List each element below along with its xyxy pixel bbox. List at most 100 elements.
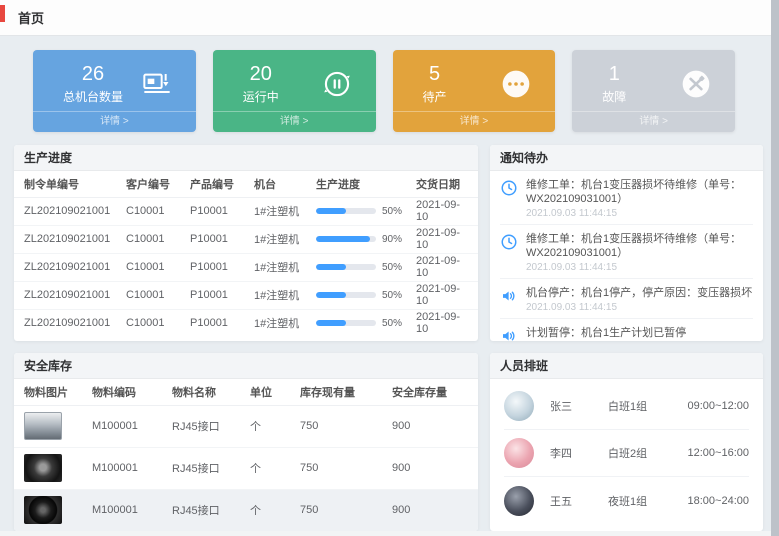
- stat-detail-link[interactable]: 详情 >: [213, 111, 376, 132]
- stat-value: 20: [243, 63, 279, 85]
- panel-header: 人员排班: [490, 353, 763, 379]
- customer-cell: C10001: [120, 281, 184, 309]
- stat-label: 故障: [602, 88, 626, 105]
- column-header: 物料图片: [14, 379, 86, 405]
- material-code-cell: M100001: [86, 405, 166, 447]
- progress-label: 50%: [382, 318, 402, 329]
- waiting-icon: [499, 67, 533, 101]
- stat-detail-link[interactable]: 详情 >: [572, 111, 735, 132]
- progress-bar: [316, 320, 376, 326]
- stat-detail-link[interactable]: 详情 >: [33, 111, 196, 132]
- notification-body: 维修工单：机台1变压器损坏待维修（单号：WX202109031001） 2021…: [526, 178, 753, 219]
- progress-cell: 50%: [310, 281, 410, 309]
- page-title: 首页: [18, 8, 44, 27]
- running-icon: [320, 67, 354, 101]
- clock-icon: [500, 179, 518, 197]
- person-shift: 夜班1组: [608, 493, 682, 509]
- stat-card-total-machines[interactable]: 26 总机台数量 详情 >: [33, 50, 196, 132]
- schedule-list: 张三 白班1组 09:00~12:00 李四 白班2组 12:00~16:00 …: [490, 379, 763, 531]
- rj45-connector-image: [24, 412, 62, 440]
- notification-body: 机台停产：机台1停产，停产原因：变压器损坏 2021.09.03 11:44:1…: [526, 286, 753, 313]
- customer-cell: C10001: [120, 225, 184, 253]
- stat-card-info: 26 总机台数量: [63, 63, 123, 105]
- avatar: [504, 486, 534, 516]
- material-code-cell: M100001: [86, 447, 166, 489]
- notification-item[interactable]: 计划暂停：机台1生产计划已暂停 2021.09.03 11:44:15: [500, 319, 753, 341]
- stat-label: 总机台数量: [63, 88, 123, 105]
- notification-body: 维修工单：机台1变压器损坏待维修（单号：WX202109031001） 2021…: [526, 232, 753, 273]
- progress-label: 90%: [382, 234, 402, 245]
- stat-card-waiting[interactable]: 5 待产 详情 >: [393, 50, 556, 132]
- unit-cell: 个: [244, 447, 294, 489]
- column-header: 机台: [248, 171, 310, 197]
- avatar: [504, 391, 534, 421]
- person-time: 12:00~16:00: [688, 447, 749, 459]
- customer-cell: C10001: [120, 197, 184, 225]
- stat-cards-row: 26 总机台数量 详情 > 20 运行中 详情 >: [33, 50, 735, 132]
- notification-time: 2021.09.03 11:44:15: [526, 262, 753, 273]
- table-row: ZL202109021001 C10001 P10001 1#注塑机 50% 2…: [14, 309, 478, 337]
- stat-label: 待产: [423, 88, 447, 105]
- unit-cell: 个: [244, 489, 294, 531]
- notification-item[interactable]: 维修工单：机台1变压器损坏待维修（单号：WX202109031001） 2021…: [500, 225, 753, 279]
- date-cell: 2021-09-10: [410, 253, 478, 281]
- progress-bar: [316, 236, 376, 242]
- order-cell: ZL202109021001: [14, 309, 120, 337]
- column-header: 产品编号: [184, 171, 248, 197]
- column-header: 客户编号: [120, 171, 184, 197]
- material-name-cell: RJ45接口: [166, 447, 244, 489]
- panel-title: 安全库存: [24, 357, 72, 374]
- stat-card-running[interactable]: 20 运行中 详情 >: [213, 50, 376, 132]
- stat-card-info: 1 故障: [602, 63, 626, 105]
- notification-time: 2021.09.03 11:44:15: [526, 302, 753, 313]
- material-name-cell: RJ45接口: [166, 489, 244, 531]
- notification-text: 计划暂停：机台1生产计划已暂停: [526, 326, 753, 340]
- window-bottom-edge: [0, 531, 779, 536]
- avatar: [504, 438, 534, 468]
- progress-bar: [316, 264, 376, 270]
- table-row: ZL202109021001 C10001 P10001 1#注塑机 50% 2…: [14, 281, 478, 309]
- panel-header: 生产进度: [14, 145, 478, 171]
- stat-detail-link[interactable]: 详情 >: [393, 111, 556, 132]
- order-cell: ZL202109021001: [14, 197, 120, 225]
- personnel-schedule-panel: 人员排班 张三 白班1组 09:00~12:00 李四 白班2组 12:00~1…: [490, 353, 763, 531]
- progress-cell: 50%: [310, 309, 410, 337]
- progress-cell: 50%: [310, 253, 410, 281]
- table-row: ZL202109021001 C10001 P10001 1#注塑机 90% 2…: [14, 225, 478, 253]
- machine-cell: 1#注塑机: [248, 197, 310, 225]
- fault-tools-icon: [679, 67, 713, 101]
- person-time: 18:00~24:00: [688, 495, 749, 507]
- table-header-row: 物料图片 物料编码 物料名称 单位 库存现有量 安全库存量: [14, 379, 478, 405]
- material-image-cell: [14, 405, 86, 447]
- person-time: 09:00~12:00: [688, 400, 749, 412]
- progress-label: 50%: [382, 290, 402, 301]
- customer-cell: C10001: [120, 253, 184, 281]
- notification-item[interactable]: 机台停产：机台1停产，停产原因：变压器损坏 2021.09.03 11:44:1…: [500, 279, 753, 319]
- page-header: 首页: [0, 0, 779, 36]
- column-header: 物料编码: [86, 379, 166, 405]
- progress-label: 50%: [382, 206, 402, 217]
- notification-item[interactable]: 维修工单：机台1变压器损坏待维修（单号：WX202109031001） 2021…: [500, 171, 753, 225]
- notification-body: 计划暂停：机台1生产计划已暂停 2021.09.03 11:44:15: [526, 326, 753, 341]
- progress-bar: [316, 292, 376, 298]
- stock-cell: 750: [294, 447, 386, 489]
- production-progress-panel: 生产进度 制令单编号 客户编号 产品编号 机台 生产进度 交货日期: [14, 145, 478, 341]
- stat-value: 1: [602, 63, 626, 85]
- date-cell: 2021-09-10: [410, 281, 478, 309]
- table-row: M100001 RJ45接口 个 750 900: [14, 447, 478, 489]
- notification-text: 维修工单：机台1变压器损坏待维修（单号：WX202109031001）: [526, 178, 753, 206]
- machine-cell: 1#注塑机: [248, 253, 310, 281]
- dashboard-grid: 生产进度 制令单编号 客户编号 产品编号 机台 生产进度 交货日期: [14, 145, 763, 531]
- speaker-icon: [500, 287, 518, 305]
- stat-card-fault[interactable]: 1 故障 详情 >: [572, 50, 735, 132]
- order-cell: ZL202109021001: [14, 281, 120, 309]
- notification-text: 机台停产：机台1停产，停产原因：变压器损坏: [526, 286, 753, 300]
- stat-card-main: 26 总机台数量: [33, 50, 196, 111]
- window-scrollbar[interactable]: [771, 0, 779, 536]
- panel-title: 生产进度: [24, 149, 72, 166]
- person-name: 张三: [550, 398, 608, 414]
- speaker-image: [24, 496, 62, 524]
- person-shift: 白班2组: [608, 445, 682, 461]
- table-row: ZL202109021001 C10001 P10001 1#注塑机 50% 2…: [14, 197, 478, 225]
- product-cell: P10001: [184, 253, 248, 281]
